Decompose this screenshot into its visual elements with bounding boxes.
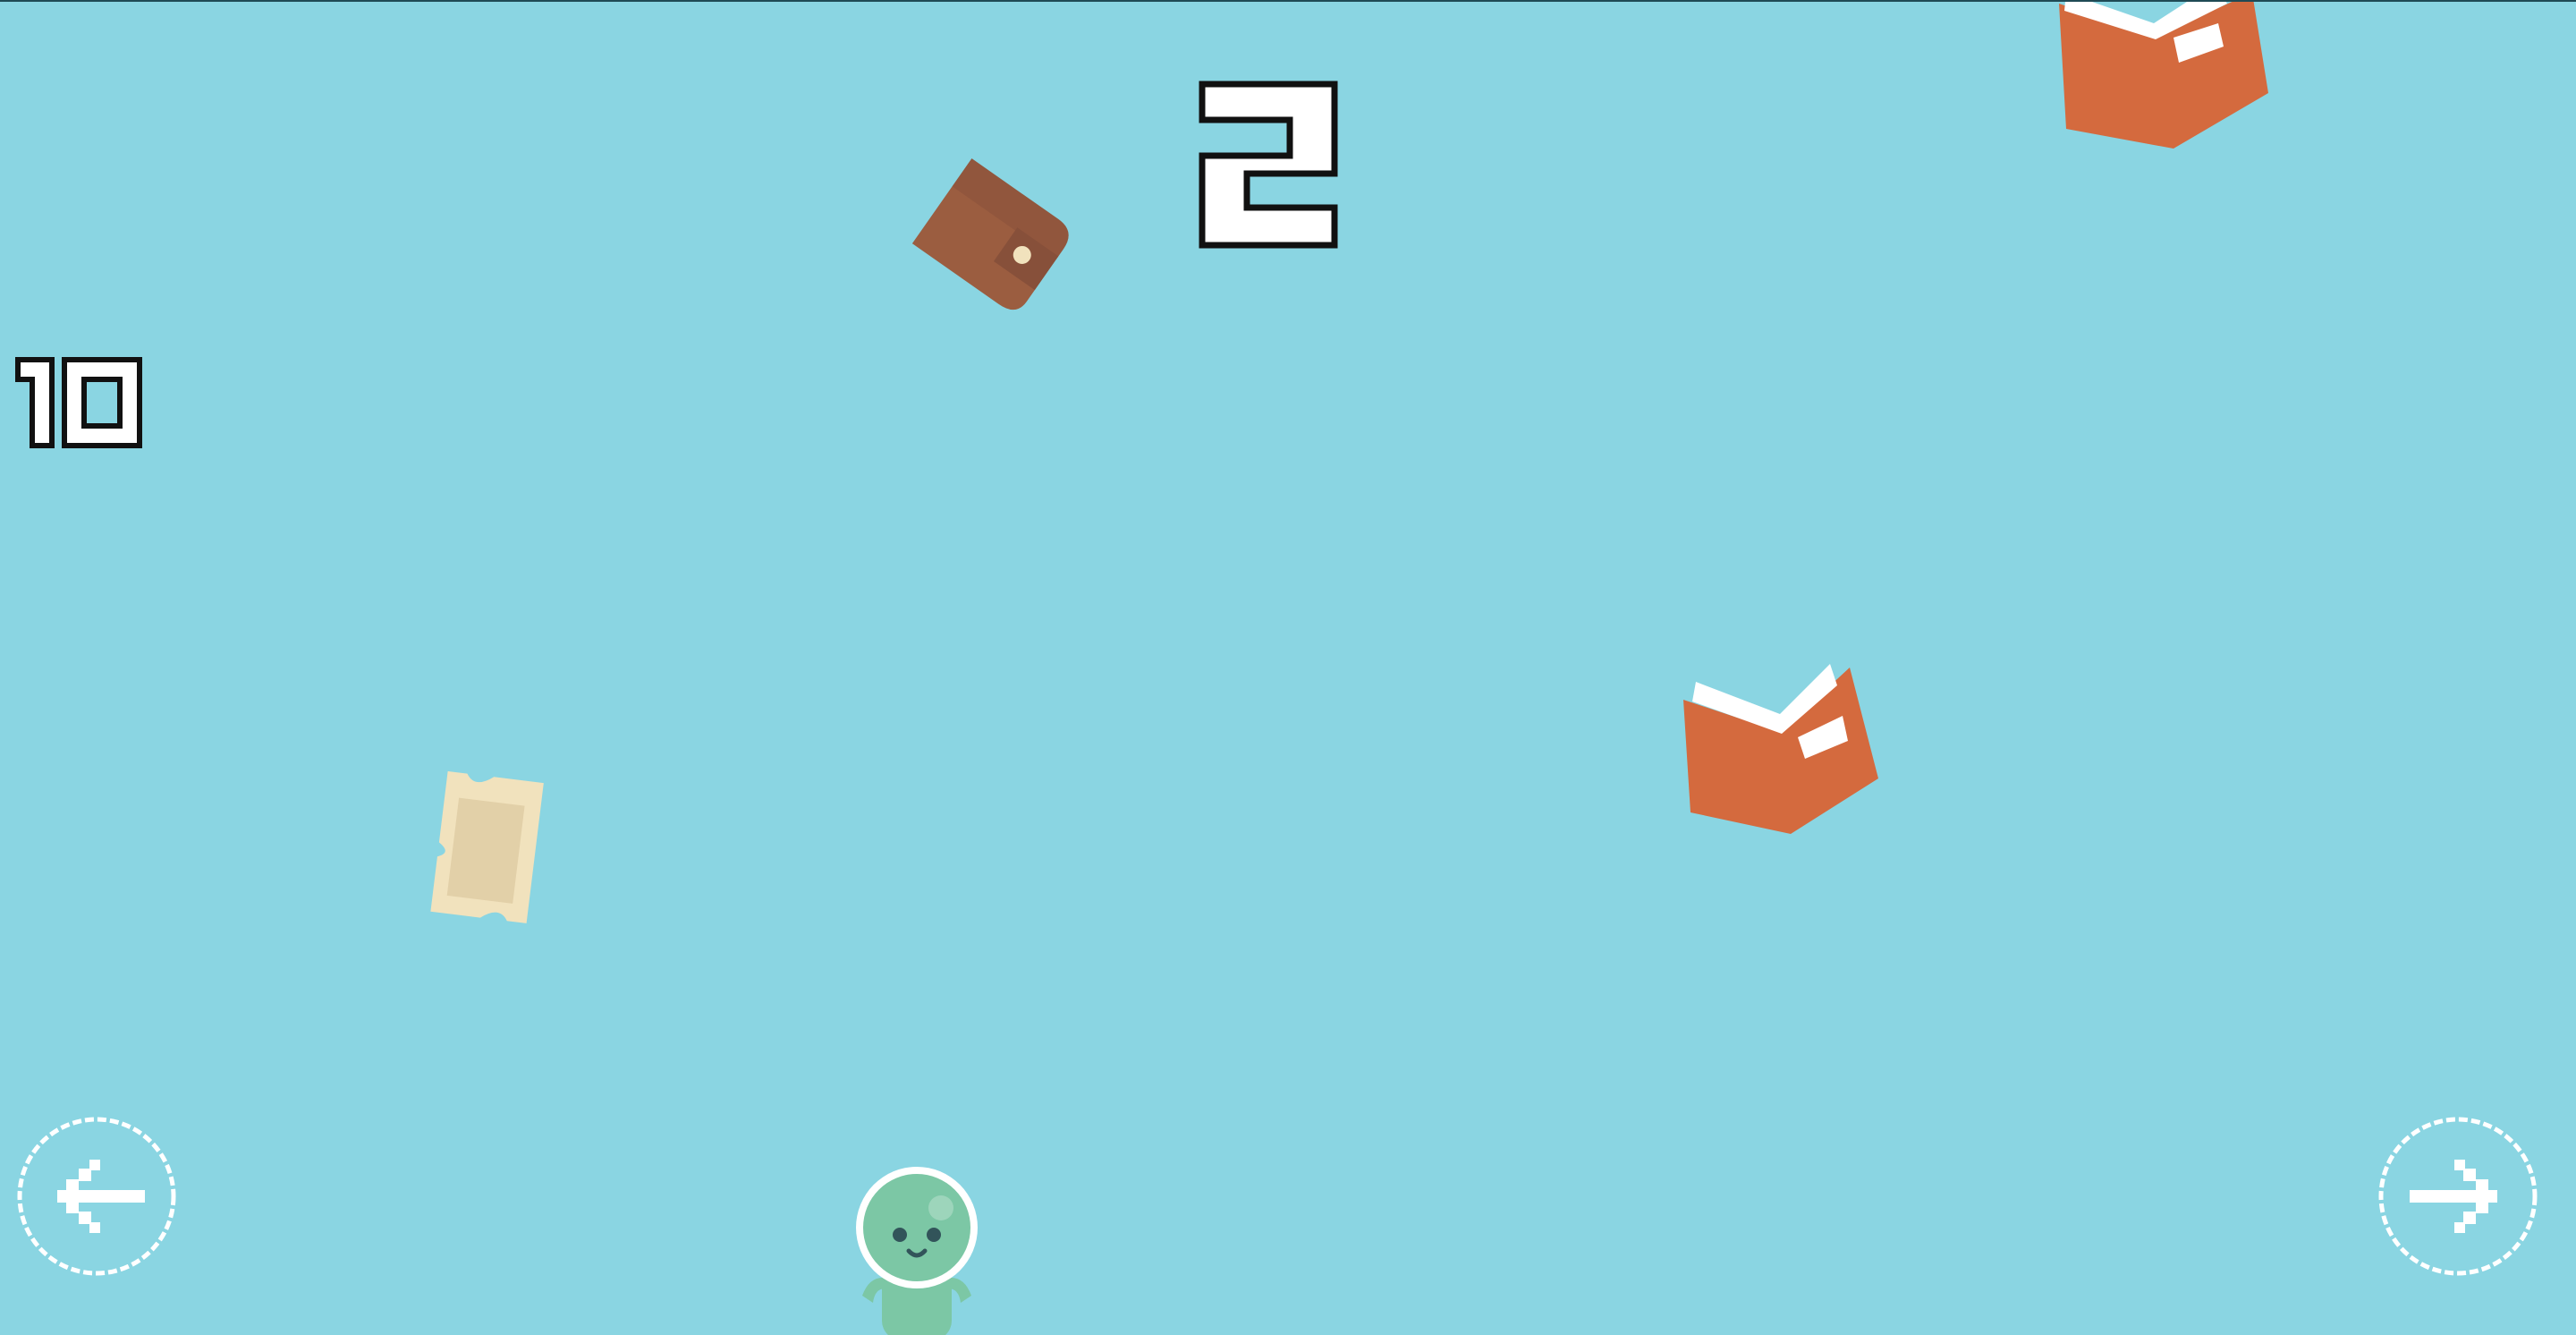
wallet-icon [903, 145, 1082, 324]
move-left-button[interactable] [14, 1111, 179, 1281]
move-right-button[interactable] [2376, 1111, 2540, 1281]
book-icon [2039, 2, 2272, 163]
book-icon [1673, 655, 1905, 843]
arrow-left-icon [17, 1117, 176, 1276]
lives-digits-graphic [15, 357, 142, 448]
game-canvas[interactable]: 2 10 [0, 0, 2576, 1335]
score-digit-graphic [1199, 81, 1338, 249]
lives-counter: 10 [13, 354, 147, 453]
ticket-icon [420, 771, 555, 932]
player-character[interactable] [850, 1161, 984, 1335]
score-display: 2 [1199, 81, 1342, 251]
arrow-right-icon [2378, 1117, 2538, 1276]
